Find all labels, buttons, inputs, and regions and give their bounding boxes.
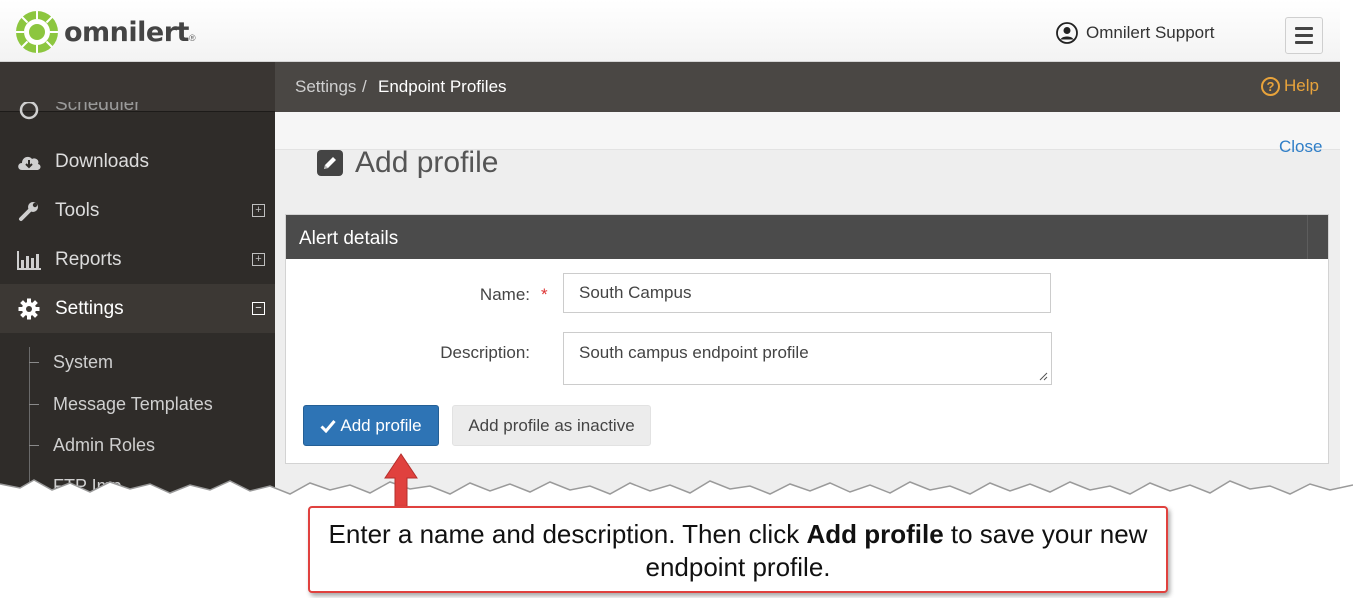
callout-text-before: Enter a name and description. Then click	[328, 519, 807, 549]
submenu-dash	[29, 445, 39, 446]
alert-details-panel: Alert details Name: * Description: South…	[285, 214, 1329, 464]
hamburger-menu-button[interactable]	[1285, 17, 1323, 54]
gear-icon	[16, 297, 42, 321]
omnilert-logo-icon	[16, 11, 58, 53]
cloud-download-icon	[16, 150, 42, 174]
sidebar-item-label: Downloads	[55, 150, 149, 172]
sidebar-item-label: Tools	[55, 199, 100, 221]
breadcrumb-settings-link[interactable]: Settings	[295, 77, 356, 97]
add-profile-inactive-button[interactable]: Add profile as inactive	[452, 405, 651, 446]
submenu-dash	[29, 362, 39, 363]
checkmark-icon	[320, 419, 337, 433]
clock-icon	[16, 102, 42, 122]
sidebar-item-label: Reports	[55, 248, 122, 270]
sidebar-item-tools[interactable]: Tools +	[0, 186, 275, 235]
callout-text-bold: Add profile	[806, 519, 944, 549]
name-field[interactable]	[563, 273, 1051, 313]
edit-icon	[317, 150, 343, 176]
registered-mark: ®	[188, 33, 196, 43]
resize-grip-icon[interactable]	[1039, 372, 1048, 381]
collapse-icon[interactable]: −	[252, 302, 265, 315]
main-content: Add profile Close Alert details Name: * …	[275, 112, 1340, 500]
sidebar-subitem-message-templates[interactable]: Message Templates	[0, 384, 275, 425]
name-label: Name:	[479, 285, 530, 304]
user-circle-icon	[1056, 22, 1078, 44]
close-link[interactable]: Close	[1279, 137, 1322, 157]
sidebar-item-label: Scheduler	[55, 102, 141, 115]
sidebar-subitem-admin-roles[interactable]: Admin Roles	[0, 425, 275, 466]
sidebar-subitem-label: Message Templates	[53, 394, 213, 414]
breadcrumb-current: Endpoint Profiles	[378, 77, 507, 96]
sidebar-item-downloads[interactable]: Downloads	[0, 137, 275, 186]
instruction-callout: Enter a name and description. Then click…	[308, 506, 1168, 593]
user-name: Omnilert Support	[1086, 23, 1215, 42]
hamburger-line	[1295, 41, 1313, 44]
omnilert-logo[interactable]: omnilert ®	[14, 9, 196, 55]
description-field[interactable]: South campus endpoint profile	[563, 332, 1052, 385]
user-menu[interactable]: Omnilert Support	[1056, 22, 1215, 44]
torn-edge-decoration	[0, 479, 1353, 510]
wrench-icon	[16, 199, 42, 223]
app-screenshot: omnilert ® Omnilert Support Scheduler Do…	[0, 0, 1340, 500]
help-link[interactable]: ? Help	[1261, 76, 1319, 96]
sidebar-subitem-label: System	[53, 352, 114, 372]
add-profile-inactive-label: Add profile as inactive	[468, 415, 635, 435]
help-label: Help	[1284, 76, 1319, 95]
panel-header: Alert details	[286, 215, 1328, 259]
logo-wordmark: omnilert	[64, 16, 189, 48]
breadcrumb: Settings / Endpoint Profiles ? Help	[275, 62, 1340, 112]
hamburger-line	[1295, 27, 1313, 30]
sidebar-nav: Scheduler Downloads Tools + Reports + Se…	[0, 62, 275, 500]
add-profile-label: Add profile	[340, 415, 422, 435]
hamburger-line	[1295, 34, 1313, 37]
description-value: South campus endpoint profile	[579, 343, 809, 362]
panel-header-divider	[1307, 215, 1308, 259]
sidebar-subitem-system[interactable]: System	[0, 342, 275, 383]
callout-arrow-icon	[384, 453, 418, 511]
expand-icon[interactable]: +	[252, 253, 265, 266]
add-profile-button[interactable]: Add profile	[303, 405, 439, 446]
sidebar-item-reports[interactable]: Reports +	[0, 235, 275, 284]
page-title: Add profile	[317, 146, 498, 180]
expand-icon[interactable]: +	[252, 204, 265, 217]
page-title-text: Add profile	[355, 146, 499, 179]
panel-title: Alert details	[299, 228, 399, 249]
title-area-band	[275, 112, 1340, 150]
submenu-dash	[29, 404, 39, 405]
description-label: Description:	[440, 343, 530, 362]
help-icon: ?	[1261, 76, 1280, 96]
sidebar-item-scheduler[interactable]: Scheduler	[0, 102, 275, 122]
required-marker: *	[541, 285, 548, 304]
bar-chart-icon	[16, 248, 42, 272]
top-header: omnilert ® Omnilert Support	[0, 0, 1340, 62]
sidebar-item-label: Settings	[55, 297, 124, 319]
breadcrumb-separator: /	[362, 77, 367, 96]
sidebar-item-settings[interactable]: Settings −	[0, 284, 275, 333]
sidebar-subitem-label: Admin Roles	[53, 435, 156, 455]
